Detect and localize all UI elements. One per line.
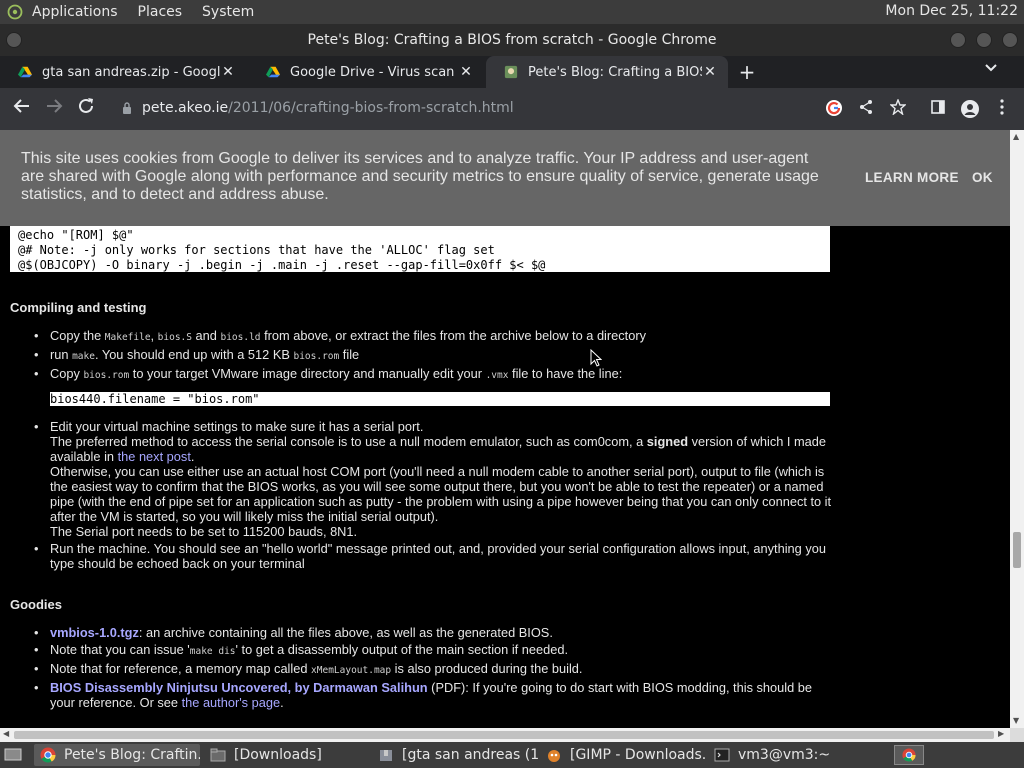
applications-menu[interactable]: Applications [32, 4, 118, 20]
new-tab-button[interactable]: + [736, 60, 758, 84]
goodies-list: vmbios-1.0.tgz: an archive containing al… [32, 625, 832, 712]
clock[interactable]: Mon Dec 25, 11:22 [885, 3, 1018, 19]
tab-gta-download[interactable]: gta san andreas.zip - Google D ✕ [0, 56, 246, 88]
code-line: @echo "[ROM] $@" [18, 228, 134, 242]
archive-icon [380, 750, 392, 761]
scroll-right-arrow-icon[interactable]: ▶ [998, 729, 1004, 738]
list-item: run make. You should end up with a 512 K… [32, 347, 832, 364]
address-bar[interactable]: pete.akeo.ie/2011/06/crafting-bios-from-… [108, 94, 928, 124]
step-text: Edit your virtual machine settings to ma… [50, 419, 424, 434]
places-menu[interactable]: Places [138, 4, 183, 20]
window-title: Pete's Blog: Crafting a BIOS from scratc… [307, 32, 717, 48]
back-button[interactable] [10, 97, 34, 121]
tab-search-chevron-down-icon[interactable] [984, 62, 998, 77]
chrome-icon [40, 747, 56, 763]
list-item: Run the machine. You should see an "hell… [32, 541, 832, 571]
gimp-icon [548, 750, 560, 762]
next-post-link[interactable]: the next post [118, 449, 191, 464]
taskbar-label: vm3@vm3:~ [738, 747, 831, 763]
window-titlebar[interactable]: Pete's Blog: Crafting a BIOS from scratc… [0, 24, 1024, 56]
maximize-button[interactable] [976, 32, 992, 48]
share-icon[interactable] [856, 99, 876, 119]
taskbar: Pete's Blog: Craftin... [Downloads] [gta… [0, 742, 1024, 768]
terminal-icon [714, 748, 730, 762]
scrollbar-corner [1010, 728, 1024, 742]
browser-toolbar: pete.akeo.ie/2011/06/crafting-bios-from-… [0, 88, 1024, 130]
cookie-ok-button[interactable]: OK [972, 170, 993, 185]
list-item: Note that for reference, a memory map ca… [32, 661, 832, 678]
vmbios-download-link[interactable]: vmbios-1.0.tgz [50, 625, 139, 640]
taskbar-label: Pete's Blog: Craftin... [64, 747, 200, 763]
tab-label: Google Drive - Virus scan warn [290, 64, 458, 80]
scroll-left-arrow-icon[interactable]: ◀ [3, 729, 9, 738]
system-menu[interactable]: System [202, 4, 254, 20]
google-lens-icon[interactable] [824, 99, 844, 119]
taskbar-label: [Downloads] [234, 747, 322, 763]
heading-compiling: Compiling and testing [10, 300, 147, 315]
taskbar-item-gimp[interactable]: [GIMP - Downloads... [540, 744, 706, 766]
list-item: Note that you can issue 'make dis' to ge… [32, 642, 832, 659]
cookie-consent-bar: This site uses cookies from Google to de… [0, 130, 1010, 226]
bios-ninjutsu-link[interactable]: BIOS Disassembly Ninjutsu Uncovered, by … [50, 680, 428, 695]
folder-icon [210, 748, 226, 762]
reload-button[interactable] [74, 97, 98, 121]
page-content: @echo "[ROM] $@" @# Note: -j only works … [0, 130, 1010, 728]
code-block-bios-line: bios440.filename = "bios.rom" [50, 392, 830, 406]
cookie-consent-text: This site uses cookies from Google to de… [21, 150, 819, 203]
google-drive-icon [18, 66, 32, 78]
horizontal-scrollbar[interactable]: ◀ ▶ [0, 728, 1010, 742]
mouse-cursor-icon [590, 349, 602, 367]
google-drive-icon [266, 66, 280, 78]
list-item: Copy the Makefile, bios.S and bios.ld fr… [32, 328, 832, 345]
vertical-scrollbar[interactable]: ▲ ▼ [1010, 130, 1024, 728]
taskbar-item-downloads[interactable]: [Downloads] [204, 744, 370, 766]
tab-petes-blog[interactable]: Pete's Blog: Crafting a BIOS fr ✕ [486, 56, 728, 88]
tab-label: Pete's Blog: Crafting a BIOS fr [528, 64, 702, 80]
learn-more-button[interactable]: LEARN MORE [865, 170, 959, 185]
close-icon[interactable]: ✕ [702, 64, 718, 80]
list-item: vmbios-1.0.tgz: an archive containing al… [32, 625, 832, 640]
url-text[interactable]: pete.akeo.ie/2011/06/crafting-bios-from-… [142, 100, 514, 116]
kebab-menu-icon[interactable] [992, 99, 1012, 119]
list-item: Copy bios.rom to your target VMware imag… [32, 366, 832, 383]
code-line: @# Note: -j only works for sections that… [18, 243, 495, 257]
tab-label: gta san andreas.zip - Google D [42, 64, 220, 80]
blog-icon [504, 65, 518, 79]
scroll-down-arrow-icon[interactable]: ▼ [1013, 716, 1019, 725]
minimize-button[interactable] [950, 32, 966, 48]
taskbar-label: [gta san andreas (1).... [402, 747, 538, 763]
forward-button[interactable] [42, 97, 66, 121]
compiling-steps-list: Copy the Makefile, bios.S and bios.ld fr… [32, 328, 832, 385]
code-block-makefile: @echo "[ROM] $@" @# Note: -j only works … [10, 226, 830, 272]
close-icon[interactable]: ✕ [458, 64, 474, 80]
code-line: @$(OBJCOPY) -O binary -j .begin -j .main… [18, 258, 546, 272]
side-panel-icon[interactable] [928, 99, 948, 119]
taskbar-item-terminal[interactable]: vm3@vm3:~ [708, 744, 874, 766]
taskbar-item-chrome[interactable]: Pete's Blog: Craftin... [34, 744, 200, 766]
close-icon[interactable]: ✕ [220, 64, 236, 80]
close-window-button[interactable] [1002, 32, 1018, 48]
taskbar-item-archive[interactable]: [gta san andreas (1).... [372, 744, 538, 766]
bookmark-star-icon[interactable] [888, 98, 908, 119]
top-panel: Applications Places System Mon Dec 25, 1… [0, 0, 1024, 24]
taskbar-label: [GIMP - Downloads... [570, 747, 706, 763]
author-page-link[interactable]: the author's page [182, 695, 281, 710]
profile-avatar-icon[interactable] [960, 99, 980, 119]
distro-logo-icon[interactable] [6, 3, 24, 21]
scroll-up-arrow-icon[interactable]: ▲ [1013, 132, 1019, 141]
workspace-switcher-chrome-icon[interactable] [894, 745, 924, 765]
tab-drive-virus-scan[interactable]: Google Drive - Virus scan warn ✕ [248, 56, 484, 88]
scrollbar-thumb[interactable] [1013, 532, 1021, 568]
list-item: BIOS Disassembly Ninjutsu Uncovered, by … [32, 680, 832, 710]
window-menu-button[interactable] [6, 32, 22, 48]
tab-strip: gta san andreas.zip - Google D ✕ Google … [0, 56, 1024, 88]
show-desktop-icon[interactable] [4, 747, 22, 763]
scrollbar-thumb[interactable] [14, 731, 994, 739]
lock-icon[interactable] [122, 102, 132, 114]
list-item: Edit your virtual machine settings to ma… [32, 419, 832, 539]
compiling-steps-list-cont: Edit your virtual machine settings to ma… [32, 419, 832, 573]
heading-goodies: Goodies [10, 597, 63, 612]
